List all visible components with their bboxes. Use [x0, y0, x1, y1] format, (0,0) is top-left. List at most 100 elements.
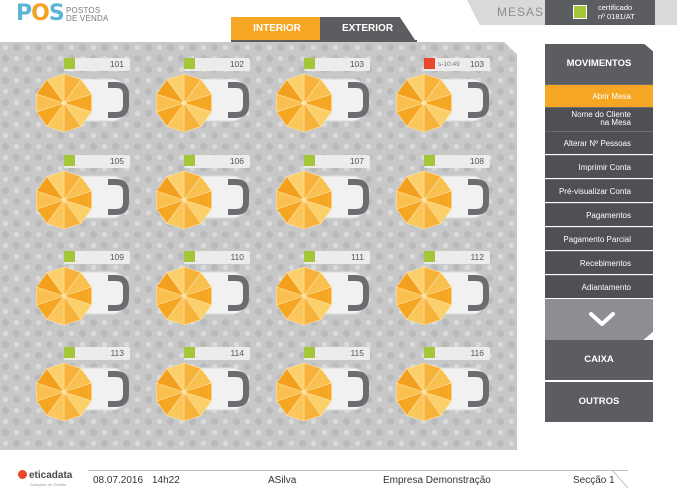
free-status-icon: [184, 251, 195, 262]
menu-item-imprimir-conta[interactable]: Imprimir Conta: [545, 155, 653, 178]
table-number: 106: [229, 156, 244, 166]
table-116[interactable]: 116: [394, 347, 494, 437]
table-label: 108: [424, 155, 490, 168]
menu-scroll-down-button[interactable]: [545, 299, 653, 341]
menu-item-adiantamento[interactable]: Adiantamento: [545, 275, 653, 298]
status-company: Empresa Demonstração: [383, 475, 491, 486]
free-status-icon: [304, 347, 315, 358]
table-number: 103: [349, 59, 364, 69]
table-label: 101: [64, 58, 130, 71]
occupied-status-icon: [424, 58, 435, 69]
floor-plan: 101 102 103 s-10:49 103 105 106 107 108 109 110 111…: [0, 42, 517, 450]
table-label: 105: [64, 155, 130, 168]
menu-item-recebimentos[interactable]: Recebimentos: [545, 251, 653, 274]
table-time: s-10:49: [438, 61, 460, 68]
table-label: 114: [184, 347, 250, 360]
table-umbrella-icon: [35, 266, 129, 326]
table-115[interactable]: 115: [274, 347, 374, 437]
table-number: 116: [470, 348, 484, 358]
certificate-icon: [573, 5, 587, 19]
brand-tagline: Soluções de Gestão: [30, 482, 67, 487]
table-103-occupied[interactable]: s-10:49 103: [394, 58, 494, 148]
table-umbrella-icon: [35, 362, 129, 422]
status-date: 08.07.2016: [93, 475, 144, 486]
table-umbrella-icon: [275, 266, 369, 326]
table-number: 102: [229, 59, 244, 69]
table-number: 112: [470, 252, 484, 262]
status-user: ASilva: [268, 475, 297, 486]
free-status-icon: [184, 347, 195, 358]
table-number: 108: [469, 156, 484, 166]
menu-item-alterar-pessoas[interactable]: Alterar Nº Pessoas: [545, 131, 653, 154]
pos-logo: POS POSTOS DE VENDA: [16, 3, 126, 25]
table-number: 107: [349, 156, 364, 166]
free-status-icon: [424, 155, 435, 166]
table-110[interactable]: 110: [154, 251, 254, 341]
table-101[interactable]: 101: [34, 58, 134, 148]
table-111[interactable]: 111: [274, 251, 374, 341]
free-status-icon: [184, 155, 195, 166]
table-label: 107: [304, 155, 370, 168]
certificate-badge: certificado nº 0181/AT: [545, 0, 655, 25]
table-114[interactable]: 114: [154, 347, 254, 437]
table-number: 105: [109, 156, 124, 166]
table-umbrella-icon: [155, 362, 249, 422]
table-umbrella-icon: [395, 362, 489, 422]
menu-item-pagamentos[interactable]: Pagamentos: [545, 203, 653, 226]
menu-header-movimentos[interactable]: MOVIMENTOS: [545, 44, 653, 84]
menu-item-pagamento-parcial[interactable]: Pagamento Parcial: [545, 227, 653, 250]
menu-outros-button[interactable]: OUTROS: [545, 382, 653, 422]
table-number: 103: [469, 59, 484, 69]
menu-caixa-button[interactable]: CAIXA: [545, 340, 653, 380]
table-105[interactable]: 105: [34, 155, 134, 245]
menu-item-abrir-mesa[interactable]: Abrir Mesa: [545, 84, 653, 107]
section-title: MESAS: [497, 5, 545, 19]
free-status-icon: [64, 251, 75, 262]
table-umbrella-icon: [155, 170, 249, 230]
eticadata-logo: eticadata: [18, 470, 72, 481]
table-108[interactable]: 108: [394, 155, 494, 245]
status-divider: [88, 470, 628, 471]
tab-exterior[interactable]: EXTERIOR: [320, 17, 415, 40]
tab-interior[interactable]: INTERIOR: [231, 17, 323, 40]
table-label: 112: [424, 251, 490, 264]
table-umbrella-icon: [275, 170, 369, 230]
table-112[interactable]: 112: [394, 251, 494, 341]
menu-item-nome-cliente-line2: na Mesa: [600, 118, 631, 127]
table-113[interactable]: 113: [34, 347, 134, 437]
table-103[interactable]: 103: [274, 58, 374, 148]
table-umbrella-icon: [35, 73, 129, 133]
logo-text: POSTOS DE VENDA: [66, 7, 126, 23]
menu-item-nome-cliente[interactable]: Nome do Cliente na Mesa: [545, 107, 653, 131]
table-number: 109: [109, 252, 124, 262]
certificate-line1: certificado: [598, 3, 633, 12]
table-107[interactable]: 107: [274, 155, 374, 245]
free-status-icon: [304, 155, 315, 166]
menu-item-previsualizar-conta[interactable]: Pré-visualizar Conta: [545, 179, 653, 202]
status-time: 14h22: [152, 475, 180, 486]
chevron-down-icon: [589, 312, 615, 326]
free-status-icon: [64, 58, 75, 69]
free-status-icon: [424, 347, 435, 358]
logo-mark: POS: [16, 1, 65, 26]
table-umbrella-icon: [155, 73, 249, 133]
table-label: 115: [304, 347, 370, 360]
table-label: 103: [304, 58, 370, 71]
table-label: 111: [304, 251, 370, 264]
table-umbrella-icon: [395, 73, 489, 133]
table-label: 110: [184, 251, 250, 264]
table-109[interactable]: 109: [34, 251, 134, 341]
table-number: 111: [351, 252, 364, 262]
table-umbrella-icon: [35, 170, 129, 230]
table-102[interactable]: 102: [154, 58, 254, 148]
table-umbrella-icon: [395, 170, 489, 230]
table-number: 115: [350, 348, 364, 358]
tab-underline: [231, 40, 417, 42]
header-bar: POS POSTOS DE VENDA INTERIOR EXTERIOR ME…: [0, 0, 677, 42]
table-umbrella-icon: [275, 362, 369, 422]
free-status-icon: [64, 155, 75, 166]
status-bar: eticadata Soluções de Gestão 08.07.2016 …: [0, 450, 677, 488]
free-status-icon: [304, 251, 315, 262]
table-106[interactable]: 106: [154, 155, 254, 245]
logo-text-line2: DE VENDA: [66, 14, 109, 23]
